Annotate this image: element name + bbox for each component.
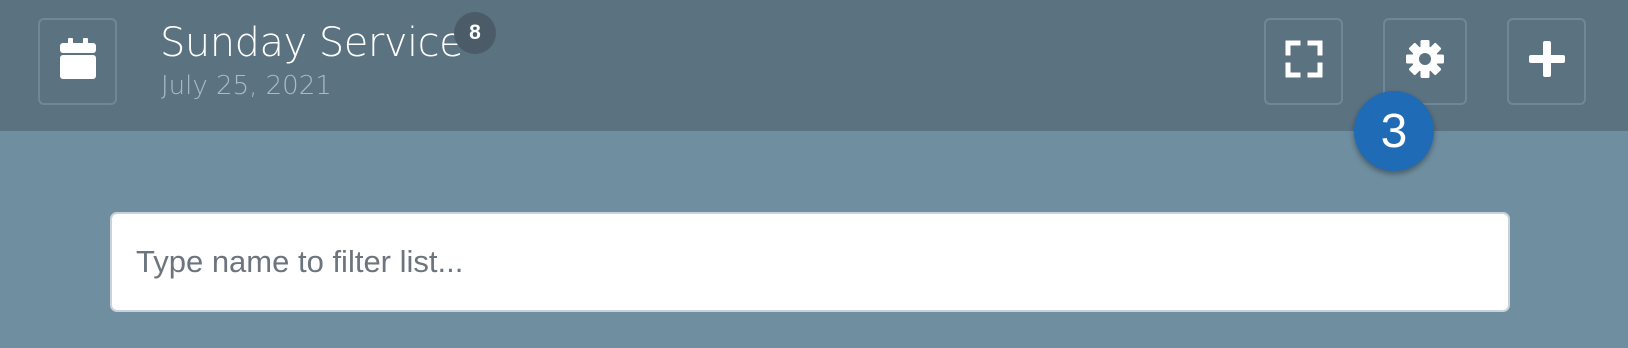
search-field-container [110,212,1510,312]
app-root: Sunday Service 8 July 25, 2021 3 Type na… [0,0,1628,348]
calendar-button[interactable] [38,18,117,105]
step-number-badge: 3 [1354,91,1434,171]
fullscreen-button[interactable] [1264,18,1343,105]
calendar-icon [59,38,97,85]
page-date: July 25, 2021 [161,71,332,101]
fullscreen-icon [1285,40,1323,83]
add-button[interactable] [1507,18,1586,105]
plus-icon [1528,40,1566,83]
page-title: Sunday Service [160,20,464,66]
count-badge: 8 [454,12,496,54]
search-input[interactable] [112,214,1508,310]
gear-icon [1405,39,1445,84]
